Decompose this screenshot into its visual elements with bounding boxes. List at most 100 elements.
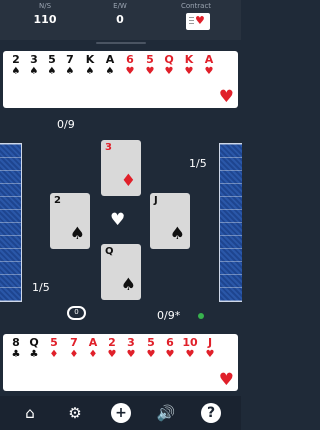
card-suit: ♠: [105, 66, 115, 77]
contract-badge: ♥: [186, 13, 210, 30]
home-icon[interactable]: ⌂: [20, 403, 40, 423]
east-trick-count: 1/5: [189, 157, 207, 170]
card-rank: 5: [50, 336, 58, 349]
card-suit: ♦: [49, 349, 59, 360]
north-trick-count: 0/9: [57, 118, 75, 131]
card-suit: ♥: [184, 66, 194, 77]
card-suit: ♠: [65, 66, 75, 77]
north-played-card: 3 ♦: [101, 140, 141, 196]
east-hand-card-backs: [219, 143, 242, 302]
card-suit: ♠: [11, 66, 21, 77]
card-rank: 10: [182, 336, 198, 349]
card-rank: K: [85, 53, 95, 66]
south-card[interactable]: 8 ♣: [7, 336, 25, 360]
west-hand-card-backs: [0, 143, 22, 302]
south-played-card: Q ♠: [101, 244, 141, 300]
card-suit: ♣: [29, 349, 39, 360]
card-suit: ♦: [88, 349, 98, 360]
card-suit: ♠: [85, 66, 95, 77]
south-card[interactable]: 6 ♥: [161, 336, 179, 360]
north-card: A ♠: [101, 53, 119, 77]
west-played-card: 2 ♠: [50, 193, 90, 249]
ew-label: E/W: [113, 2, 127, 10]
card-suit: ♠: [47, 66, 57, 77]
card-suit: ♥: [125, 66, 135, 77]
card-suit: ♥: [204, 66, 214, 77]
drag-handle[interactable]: [96, 42, 146, 44]
north-card: 5 ♠: [43, 53, 61, 77]
spade-icon: ♠: [69, 224, 85, 244]
card-rank: 3: [127, 336, 135, 349]
south-card[interactable]: J ♥: [201, 336, 219, 360]
trump-suit-heart-icon: ♥: [110, 210, 126, 230]
north-card: K ♠: [81, 53, 99, 77]
card-rank: 2: [12, 53, 20, 66]
south-card[interactable]: 3 ♥: [122, 336, 140, 360]
card-suit: ♥: [145, 66, 155, 77]
ns-score: N/S 110: [15, 0, 75, 26]
spade-icon: ♠: [169, 224, 185, 244]
spade-icon: ♠: [120, 275, 136, 295]
north-card: Q ♥: [160, 53, 178, 77]
sound-icon[interactable]: 🔊: [156, 403, 176, 423]
bottom-toolbar: ⌂ ⚙ + 🔊 ?: [0, 396, 241, 430]
south-card[interactable]: A ♦: [84, 336, 102, 360]
score-bar: N/S 110 E/W 0 Contract ♥: [0, 0, 241, 40]
card-suit: ♥: [107, 349, 117, 360]
card-suit: ♦: [69, 349, 79, 360]
card-rank: J: [207, 336, 213, 349]
card-suit: ♠: [29, 66, 39, 77]
card-suit: ♣: [11, 349, 21, 360]
north-card: K ♥: [180, 53, 198, 77]
card-rank: 2: [54, 195, 61, 206]
card-suit: ♥: [205, 349, 215, 360]
south-trick-count: 0/9*: [157, 309, 181, 322]
diamond-icon: ♦: [120, 171, 136, 191]
south-card[interactable]: Q ♣: [25, 336, 43, 360]
card-rank: 3: [30, 53, 38, 66]
south-card[interactable]: 2 ♥: [103, 336, 121, 360]
card-rank: 5: [48, 53, 56, 66]
contract[interactable]: Contract ♥: [166, 0, 226, 30]
turn-indicator-dot: [198, 313, 204, 319]
new-game-icon[interactable]: +: [111, 403, 131, 423]
card-rank: A: [204, 53, 214, 66]
card-rank: J: [154, 195, 158, 206]
south-hand: 8 ♣ Q ♣ 5 ♦ 7 ♦ A ♦ 2 ♥ 3 ♥ 5 ♥ 6 ♥ 10 ♥ J ♥ ♥: [3, 334, 238, 391]
north-card: A ♥: [200, 53, 218, 77]
contract-heart-icon: ♥: [195, 14, 205, 27]
ns-label: N/S: [38, 2, 52, 10]
card-rank: 2: [108, 336, 116, 349]
card-suit: ♥: [126, 349, 136, 360]
card-rank: 7: [66, 53, 74, 66]
north-card: 3 ♠: [25, 53, 43, 77]
east-played-card: J ♠: [150, 193, 190, 249]
card-suit: ♥: [164, 66, 174, 77]
card-rank: K: [184, 53, 194, 66]
card-rank: A: [105, 53, 115, 66]
card-rank: 6: [126, 53, 134, 66]
card-rank: A: [88, 336, 98, 349]
north-card: 2 ♠: [7, 53, 25, 77]
ew-score: E/W 0: [90, 0, 150, 26]
card-suit: ♥: [165, 349, 175, 360]
south-card[interactable]: 5 ♥: [142, 336, 160, 360]
ew-value: 0: [116, 13, 124, 26]
south-card[interactable]: 10 ♥: [181, 336, 199, 360]
card-suit: ♥: [185, 349, 195, 360]
south-card[interactable]: 7 ♦: [65, 336, 83, 360]
card-suit: ♥: [146, 349, 156, 360]
ns-value: 110: [33, 13, 57, 26]
north-card: 7 ♠: [61, 53, 79, 77]
contract-level-icon: [189, 17, 194, 26]
card-rank: 6: [166, 336, 174, 349]
card-rank: 5: [146, 53, 154, 66]
north-card: 5 ♥: [141, 53, 159, 77]
trump-heart-icon: ♥: [218, 87, 234, 107]
gear-icon[interactable]: ⚙: [65, 403, 85, 423]
help-icon[interactable]: ?: [201, 403, 221, 423]
north-hand: 2 ♠ 3 ♠ 5 ♠ 7 ♠ K ♠ A ♠ 6 ♥ 5 ♥ Q ♥ K ♥ A ♥ ♥: [3, 51, 238, 108]
south-card[interactable]: 5 ♦: [45, 336, 63, 360]
card-rank: Q: [29, 336, 39, 349]
contract-label: Contract: [180, 2, 212, 10]
